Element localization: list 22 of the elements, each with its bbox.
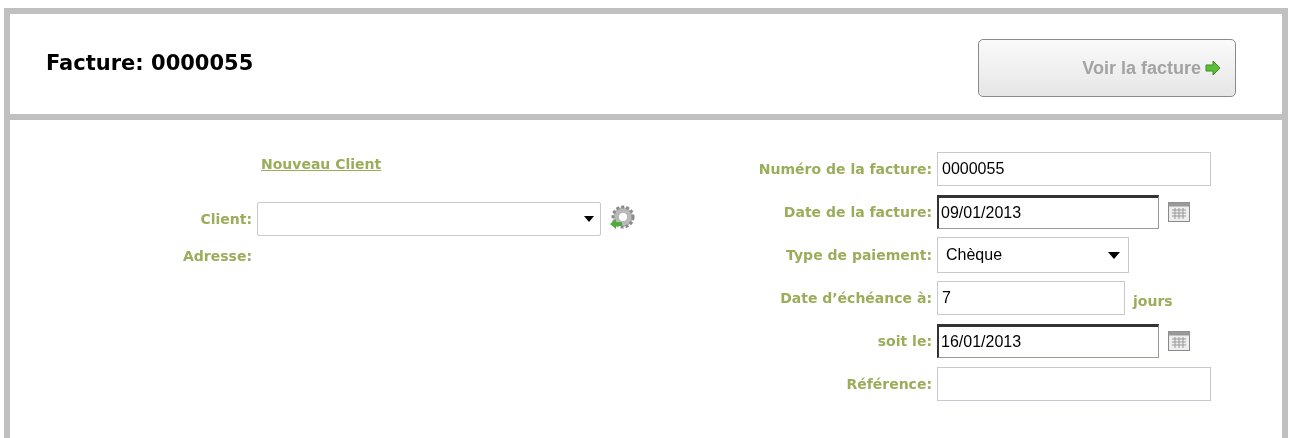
caret-icon [1108,251,1120,259]
date-field[interactable]: 09/01/2013 [937,195,1159,229]
payment-select[interactable]: Chèque [937,237,1129,273]
client-label: Client: [199,209,253,229]
calendar-icon[interactable] [1168,331,1190,351]
days-unit: jours [1133,291,1173,311]
field-label: Date de la facture: [782,202,933,222]
field-label: Référence: [845,374,933,394]
date-field[interactable]: 16/01/2013 [937,324,1159,358]
field-label: Date d’échéance à: [779,288,933,308]
days-field[interactable]: 7 [937,281,1125,315]
caret-icon [584,216,594,222]
arrow-right-icon [1205,60,1221,76]
text-field[interactable] [937,367,1211,401]
field-label: soit le: [876,331,933,351]
address-label: Adresse: [182,247,253,266]
text-field[interactable]: 0000055 [937,152,1211,186]
calendar-icon[interactable] [1168,202,1190,222]
field-label: Type de paiement: [785,245,933,265]
client-select[interactable] [257,202,601,236]
invoice-title: Facture: 0000055 [46,50,254,78]
field-label: Numéro de la facture: [757,159,933,179]
